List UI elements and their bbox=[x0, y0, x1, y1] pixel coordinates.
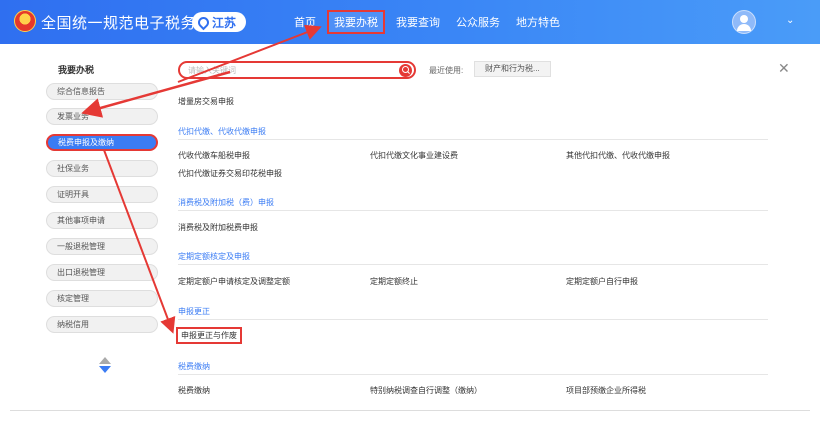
nav-tax-handling[interactable]: 我要办税 bbox=[327, 10, 385, 34]
item-quota-self-declare[interactable]: 定期定额户自行申报 bbox=[566, 276, 638, 287]
section-divider bbox=[178, 319, 768, 320]
sidebar-item-verification[interactable]: 核定管理 bbox=[46, 290, 158, 307]
sidebar-item-export-refund[interactable]: 出口退税管理 bbox=[46, 264, 158, 281]
sidebar-item-invoice[interactable]: 发票业务 bbox=[46, 108, 158, 125]
close-icon[interactable]: ✕ bbox=[778, 60, 790, 77]
section-title-payment: 税费缴纳 bbox=[178, 362, 210, 371]
recent-chip[interactable]: 财产和行为税... bbox=[474, 61, 551, 77]
nav-home[interactable]: 首页 bbox=[286, 14, 324, 30]
nav-public-service[interactable]: 公众服务 bbox=[448, 14, 508, 30]
region-selector[interactable]: 江苏 bbox=[192, 12, 247, 32]
recent-label: 最近使用: bbox=[429, 66, 464, 75]
top-header: 全国统一规范电子税务局 江苏 首页 我要办税 我要查询 公众服务 地方特色 ⌄ bbox=[0, 0, 820, 44]
sidebar-item-other-apply[interactable]: 其他事项申请 bbox=[46, 212, 158, 229]
location-pin-icon bbox=[195, 14, 212, 30]
sidebar-item-certificate[interactable]: 证明开具 bbox=[46, 186, 158, 203]
item-special-adjust[interactable]: 特别纳税调查自行调整（缴纳） bbox=[370, 385, 482, 396]
item-vehicle-tax[interactable]: 代收代缴车船税申报 bbox=[178, 150, 250, 161]
tax-bureau-logo-icon bbox=[14, 10, 36, 32]
sidebar-item-credit[interactable]: 纳税信用 bbox=[46, 316, 158, 333]
app-title: 全国统一规范电子税务局 bbox=[41, 15, 212, 32]
section-title-correction: 申报更正 bbox=[178, 307, 210, 316]
main-nav: 首页 我要办税 我要查询 公众服务 地方特色 bbox=[286, 0, 568, 44]
item-incremental-housing[interactable]: 增量房交易申报 bbox=[178, 96, 234, 107]
item-stamp-tax[interactable]: 代扣代缴证券交易印花税申报 bbox=[178, 168, 282, 179]
user-avatar-icon[interactable] bbox=[732, 10, 756, 34]
sidebar-item-declaration-payment[interactable]: 税费申报及缴纳 bbox=[46, 134, 158, 151]
search-input[interactable] bbox=[188, 64, 388, 77]
item-project-prepay[interactable]: 项目部预缴企业所得税 bbox=[566, 385, 646, 396]
section-divider bbox=[178, 210, 768, 211]
item-quota-apply[interactable]: 定期定额户申请核定及调整定额 bbox=[178, 276, 290, 287]
scroll-up-icon[interactable] bbox=[99, 357, 111, 364]
section-title-withholding: 代扣代缴、代收代缴申报 bbox=[178, 127, 266, 136]
section-divider bbox=[178, 264, 768, 265]
region-label: 江苏 bbox=[212, 15, 237, 30]
search-icon[interactable] bbox=[399, 64, 412, 77]
section-divider bbox=[178, 374, 768, 375]
item-quota-terminate[interactable]: 定期定额终止 bbox=[370, 276, 418, 287]
sidebar-item-info-report[interactable]: 综合信息报告 bbox=[46, 83, 158, 100]
section-title-fixed-quota: 定期定额核定及申报 bbox=[178, 252, 250, 261]
nav-local-features[interactable]: 地方特色 bbox=[508, 14, 568, 30]
item-correction-void[interactable]: 申报更正与作废 bbox=[176, 327, 242, 344]
section-divider bbox=[178, 139, 768, 140]
nav-query[interactable]: 我要查询 bbox=[388, 14, 448, 30]
item-culture-fee[interactable]: 代扣代缴文化事业建设费 bbox=[370, 150, 458, 161]
footer-divider bbox=[10, 410, 810, 411]
item-tax-payment[interactable]: 税费缴纳 bbox=[178, 385, 210, 396]
section-title-consumption: 消费税及附加税（费）申报 bbox=[178, 198, 274, 207]
scroll-down-icon[interactable] bbox=[99, 366, 111, 373]
sidebar-item-refund[interactable]: 一般退税管理 bbox=[46, 238, 158, 255]
sidebar-title: 我要办税 bbox=[58, 65, 95, 75]
item-other-withholding[interactable]: 其他代扣代缴、代收代缴申报 bbox=[566, 150, 670, 161]
sidebar-item-social-security[interactable]: 社保业务 bbox=[46, 160, 158, 177]
search-box bbox=[178, 61, 416, 79]
item-consumption-tax[interactable]: 消费税及附加税费申报 bbox=[178, 222, 258, 233]
sidebar-scroll-arrows-icon[interactable] bbox=[99, 357, 111, 375]
chevron-down-icon[interactable]: ⌄ bbox=[786, 15, 794, 26]
